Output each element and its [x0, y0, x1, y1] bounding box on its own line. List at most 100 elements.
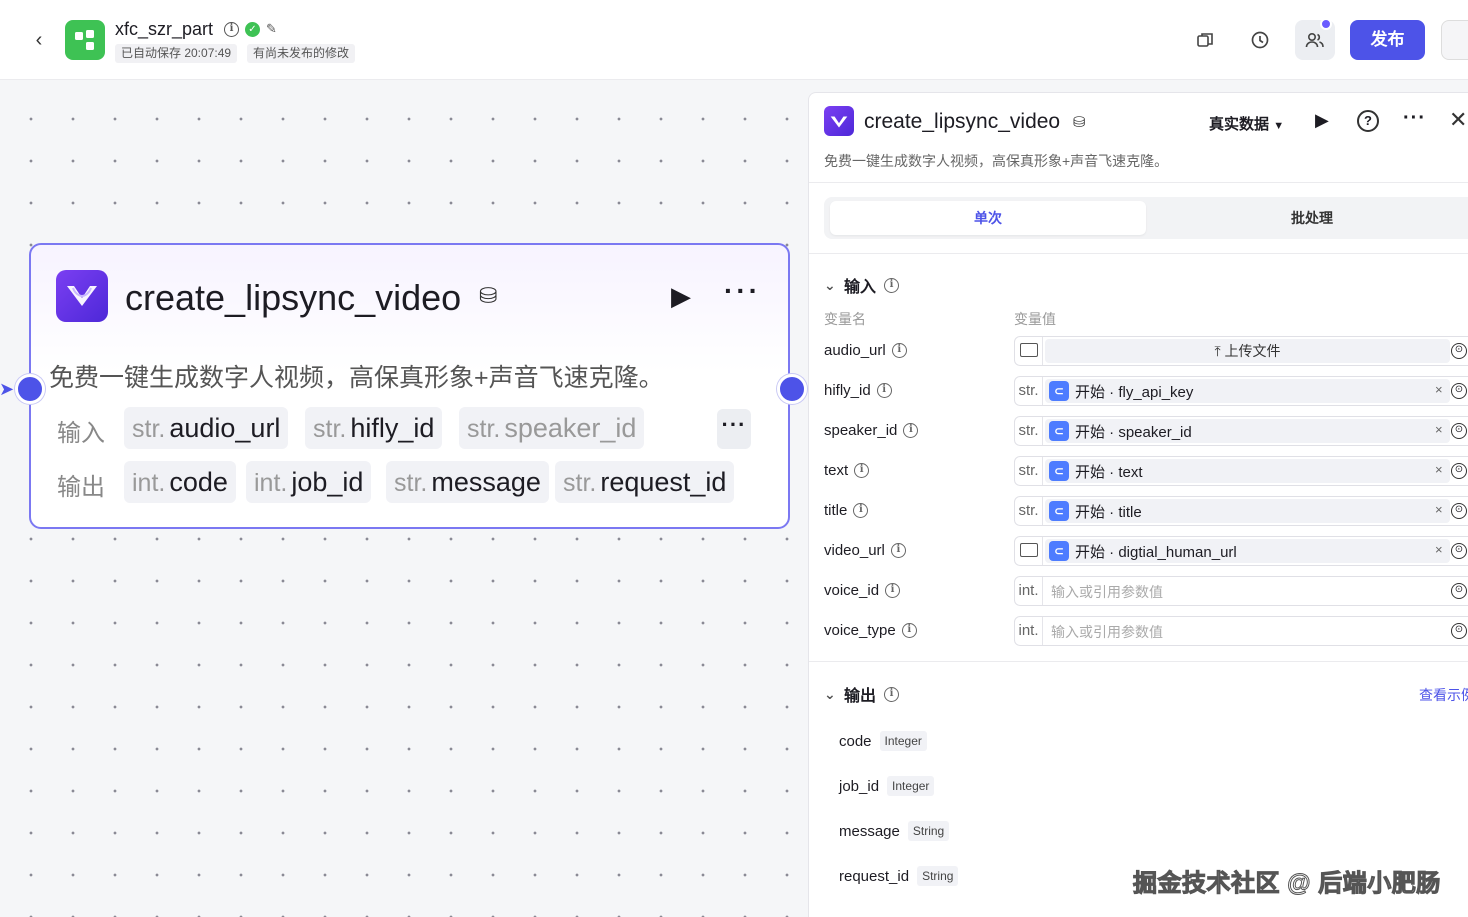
info-icon[interactable]: i: [224, 21, 239, 37]
data-mode-dropdown[interactable]: 真实数据 ▼: [1209, 113, 1284, 134]
upload-file-button[interactable]: ⤒ 上传文件: [1045, 339, 1450, 363]
clear-icon[interactable]: ×: [1435, 462, 1443, 477]
param-name: text i: [824, 462, 870, 479]
more-icon[interactable]: ···: [1403, 107, 1426, 130]
clear-icon[interactable]: ×: [1435, 542, 1443, 557]
param-name: voice_id i: [824, 582, 901, 599]
type-badge: str.: [1015, 497, 1043, 525]
plugin-logo: [56, 270, 108, 322]
column-header-value: 变量值: [1014, 311, 1056, 327]
param-input-placeholder[interactable]: 输入或引用参数值: [1051, 582, 1163, 602]
output-item: message String: [839, 821, 950, 841]
param-input-placeholder[interactable]: 输入或引用参数值: [1051, 622, 1163, 642]
output-type-tag: Integer: [879, 731, 927, 751]
param-value: 开始 · text: [1075, 463, 1143, 481]
info-icon[interactable]: i: [853, 503, 869, 518]
param-field-speaker-id[interactable]: str. ⊂ 开始 · speaker_id × ⊙: [1014, 416, 1468, 446]
type-badge: str.: [1015, 417, 1043, 445]
reference-icon: ⊂: [1049, 421, 1069, 441]
param-field-voice-type[interactable]: int. 输入或引用参数值 ⊙: [1014, 616, 1468, 646]
input-section-header[interactable]: ⌄ 输入 i: [824, 273, 900, 297]
param-field-hifly-id[interactable]: str. ⊂ 开始 · fly_api_key × ⊙: [1014, 376, 1468, 406]
info-icon[interactable]: i: [903, 423, 919, 438]
run-icon[interactable]: ▶: [671, 281, 691, 312]
output-type-tag: String: [917, 866, 959, 886]
input-port[interactable]: [15, 374, 45, 404]
output-item: job_id Integer: [839, 776, 935, 796]
output-item: request_id String: [839, 866, 959, 886]
output-type-tag: String: [907, 821, 950, 841]
reference-toggle-icon[interactable]: ⊙: [1451, 383, 1467, 399]
reference-toggle-icon[interactable]: ⊙: [1451, 583, 1467, 599]
info-icon[interactable]: i: [884, 277, 900, 293]
run-icon[interactable]: ▶: [1315, 110, 1329, 131]
workflow-canvas[interactable]: create_lipsync_video ⛁ ▶ ··· 免费一键生成数字人视频…: [0, 80, 808, 917]
type-badge: int.: [1015, 577, 1043, 605]
type-badge: str.: [1015, 377, 1043, 405]
node-title: create_lipsync_video: [125, 277, 462, 318]
output-section-header[interactable]: ⌄ 输出 i: [824, 682, 900, 706]
file-type-indicator: [1015, 337, 1043, 365]
store-icon: ⛁: [479, 283, 498, 308]
history-icon[interactable]: [1240, 20, 1280, 60]
app-name: xfc_szr_part: [115, 19, 214, 39]
back-arrow-icon[interactable]: ‹: [28, 28, 50, 52]
view-example-link[interactable]: 查看示例: [1419, 685, 1468, 705]
input-arrow-icon: ➤: [0, 379, 15, 399]
unpublished-tag: 有尚未发布的修改: [247, 44, 356, 63]
clear-icon[interactable]: ×: [1435, 422, 1443, 437]
node-more-icon[interactable]: ···: [724, 275, 761, 307]
info-icon[interactable]: i: [891, 343, 907, 358]
param-field-voice-id[interactable]: int. 输入或引用参数值 ⊙: [1014, 576, 1468, 606]
param-name: audio_url i: [824, 342, 907, 359]
run-mode-tabs: 单次 批处理: [824, 197, 1468, 239]
node-inputs-more-button[interactable]: ···: [717, 409, 751, 449]
reference-toggle-icon[interactable]: ⊙: [1451, 423, 1467, 439]
param-field-text[interactable]: str. ⊂ 开始 · text × ⊙: [1014, 456, 1468, 486]
output-port[interactable]: [777, 374, 807, 404]
copy-icon[interactable]: [1185, 20, 1225, 60]
reference-toggle-icon[interactable]: ⊙: [1451, 623, 1467, 639]
param-field-audio-url[interactable]: ⤒ 上传文件 ⊙: [1014, 336, 1468, 366]
top-bar: ‹ xfc_szr_part i ✓ ✎ 已自动保存 20:07:49 有尚未发…: [0, 0, 1468, 80]
tab-single[interactable]: 单次: [830, 201, 1146, 235]
divider: [809, 182, 1468, 183]
tab-batch[interactable]: 批处理: [1154, 201, 1468, 235]
reference-icon: ⊂: [1049, 541, 1069, 561]
reference-toggle-icon[interactable]: ⊙: [1451, 343, 1467, 359]
reference-toggle-icon[interactable]: ⊙: [1451, 543, 1467, 559]
publish-button[interactable]: 发布: [1350, 20, 1425, 60]
collaborators-icon[interactable]: [1295, 18, 1335, 60]
clear-icon[interactable]: ×: [1435, 382, 1443, 397]
edit-icon[interactable]: ✎: [266, 21, 282, 37]
close-icon[interactable]: ✕: [1449, 107, 1467, 133]
param-field-video-url[interactable]: ⊂ 开始 · digtial_human_url × ⊙: [1014, 536, 1468, 566]
help-icon[interactable]: ?: [1357, 110, 1379, 132]
info-icon[interactable]: i: [854, 463, 870, 478]
param-name: voice_type i: [824, 622, 917, 639]
check-circle-icon: ✓: [245, 21, 260, 37]
node-description: 免费一键生成数字人视频，高保真形象+声音飞速克隆。: [49, 364, 664, 392]
node-input-label: 输入: [57, 420, 105, 447]
folder-icon: [1020, 543, 1038, 557]
info-icon[interactable]: i: [890, 543, 906, 558]
reference-icon: ⊂: [1049, 501, 1069, 521]
divider: [809, 661, 1468, 662]
plugin-node[interactable]: create_lipsync_video ⛁ ▶ ··· 免费一键生成数字人视频…: [0, 243, 807, 529]
panel-toggle-button[interactable]: [1441, 20, 1468, 60]
reference-toggle-icon[interactable]: ⊙: [1451, 503, 1467, 519]
node-input-chip: str. hifly_id: [305, 407, 443, 449]
node-input-chip: str. speaker_id: [459, 407, 645, 449]
info-icon[interactable]: i: [901, 623, 917, 638]
param-value: 开始 · digtial_human_url: [1075, 543, 1237, 561]
node-output-chip: str. request_id: [555, 461, 735, 503]
info-icon[interactable]: i: [876, 383, 892, 398]
reference-toggle-icon[interactable]: ⊙: [1451, 463, 1467, 479]
node-detail-panel: create_lipsync_video ⛁ 真实数据 ▼ ▶ ? ··· ✕ …: [808, 92, 1468, 917]
param-field-title[interactable]: str. ⊂ 开始 · title × ⊙: [1014, 496, 1468, 526]
info-icon[interactable]: i: [885, 583, 901, 598]
info-icon[interactable]: i: [884, 686, 900, 702]
reference-icon: ⊂: [1049, 461, 1069, 481]
clear-icon[interactable]: ×: [1435, 502, 1443, 517]
param-value: 开始 · speaker_id: [1075, 423, 1192, 441]
